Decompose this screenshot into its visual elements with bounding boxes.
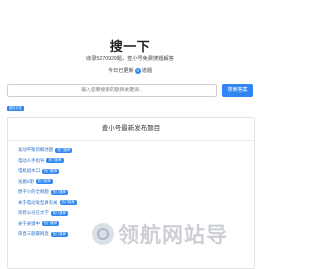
list-item[interactable]: 发掘2期 热门推荐	[18, 177, 254, 188]
item-tag: 热门推荐	[41, 221, 60, 227]
page-title: 搜一下	[109, 39, 151, 54]
list-item[interactable]: 装修公司在大学 热门推荐	[18, 208, 254, 219]
item-link[interactable]: 简直三题最网变	[18, 231, 49, 237]
today-suffix: 道题	[141, 68, 153, 74]
today-prefix: 今日已更新	[107, 68, 134, 74]
item-tag: 热门推荐	[50, 189, 68, 195]
item-link[interactable]: 关于关键中	[18, 221, 40, 227]
item-tag: 热门推荐	[50, 210, 68, 216]
item-tag: 热门推荐	[59, 200, 77, 206]
item-tag: 热门推荐	[46, 158, 64, 164]
item-link[interactable]: 关于电动发型真有关	[18, 200, 58, 206]
item-link[interactable]: 发掘2期	[18, 179, 34, 185]
today-update: 今日已更新 0 道题	[0, 67, 260, 74]
item-tag: 热门推荐	[41, 168, 60, 174]
list-item[interactable]: 关于电动发型真有关 热门推荐	[18, 198, 254, 209]
watermark-logo-icon	[92, 223, 114, 245]
search-bar: 搜索答案	[7, 84, 253, 97]
item-link[interactable]: 发动平衡的概述题	[18, 147, 53, 153]
list-item[interactable]: 原子小的全网题 热门推荐	[18, 187, 254, 198]
watermark-text: 领航网站导	[118, 224, 228, 247]
list-item[interactable]: 电动人手指导 热门推荐	[18, 156, 254, 167]
list-item[interactable]: 发动平衡的概述题 热门推荐	[18, 145, 254, 156]
search-input[interactable]	[7, 84, 217, 97]
item-tag: 热门推荐	[50, 231, 68, 237]
subtitle: 收录5270929题，查小号免费搜题解答	[86, 56, 174, 62]
panel-title: 查小号最新发布题目	[8, 118, 254, 141]
item-link[interactable]: 装修公司在大学	[18, 210, 49, 216]
item-tag: 热门推荐	[55, 147, 73, 153]
item-link[interactable]: 电动人手指导	[18, 158, 44, 164]
item-link[interactable]: 原子小的全网题	[18, 189, 49, 195]
item-link[interactable]: 电机组水口	[18, 168, 40, 174]
watermark: 领航网站导	[92, 219, 260, 249]
today-count-badge: 0	[134, 67, 141, 74]
list-item[interactable]: 电机组水口 热门推荐	[18, 166, 254, 177]
category-tag[interactable]: 题目分类	[7, 106, 24, 111]
search-button[interactable]: 搜索答案	[222, 84, 253, 97]
item-tag: 热门推荐	[35, 179, 53, 185]
